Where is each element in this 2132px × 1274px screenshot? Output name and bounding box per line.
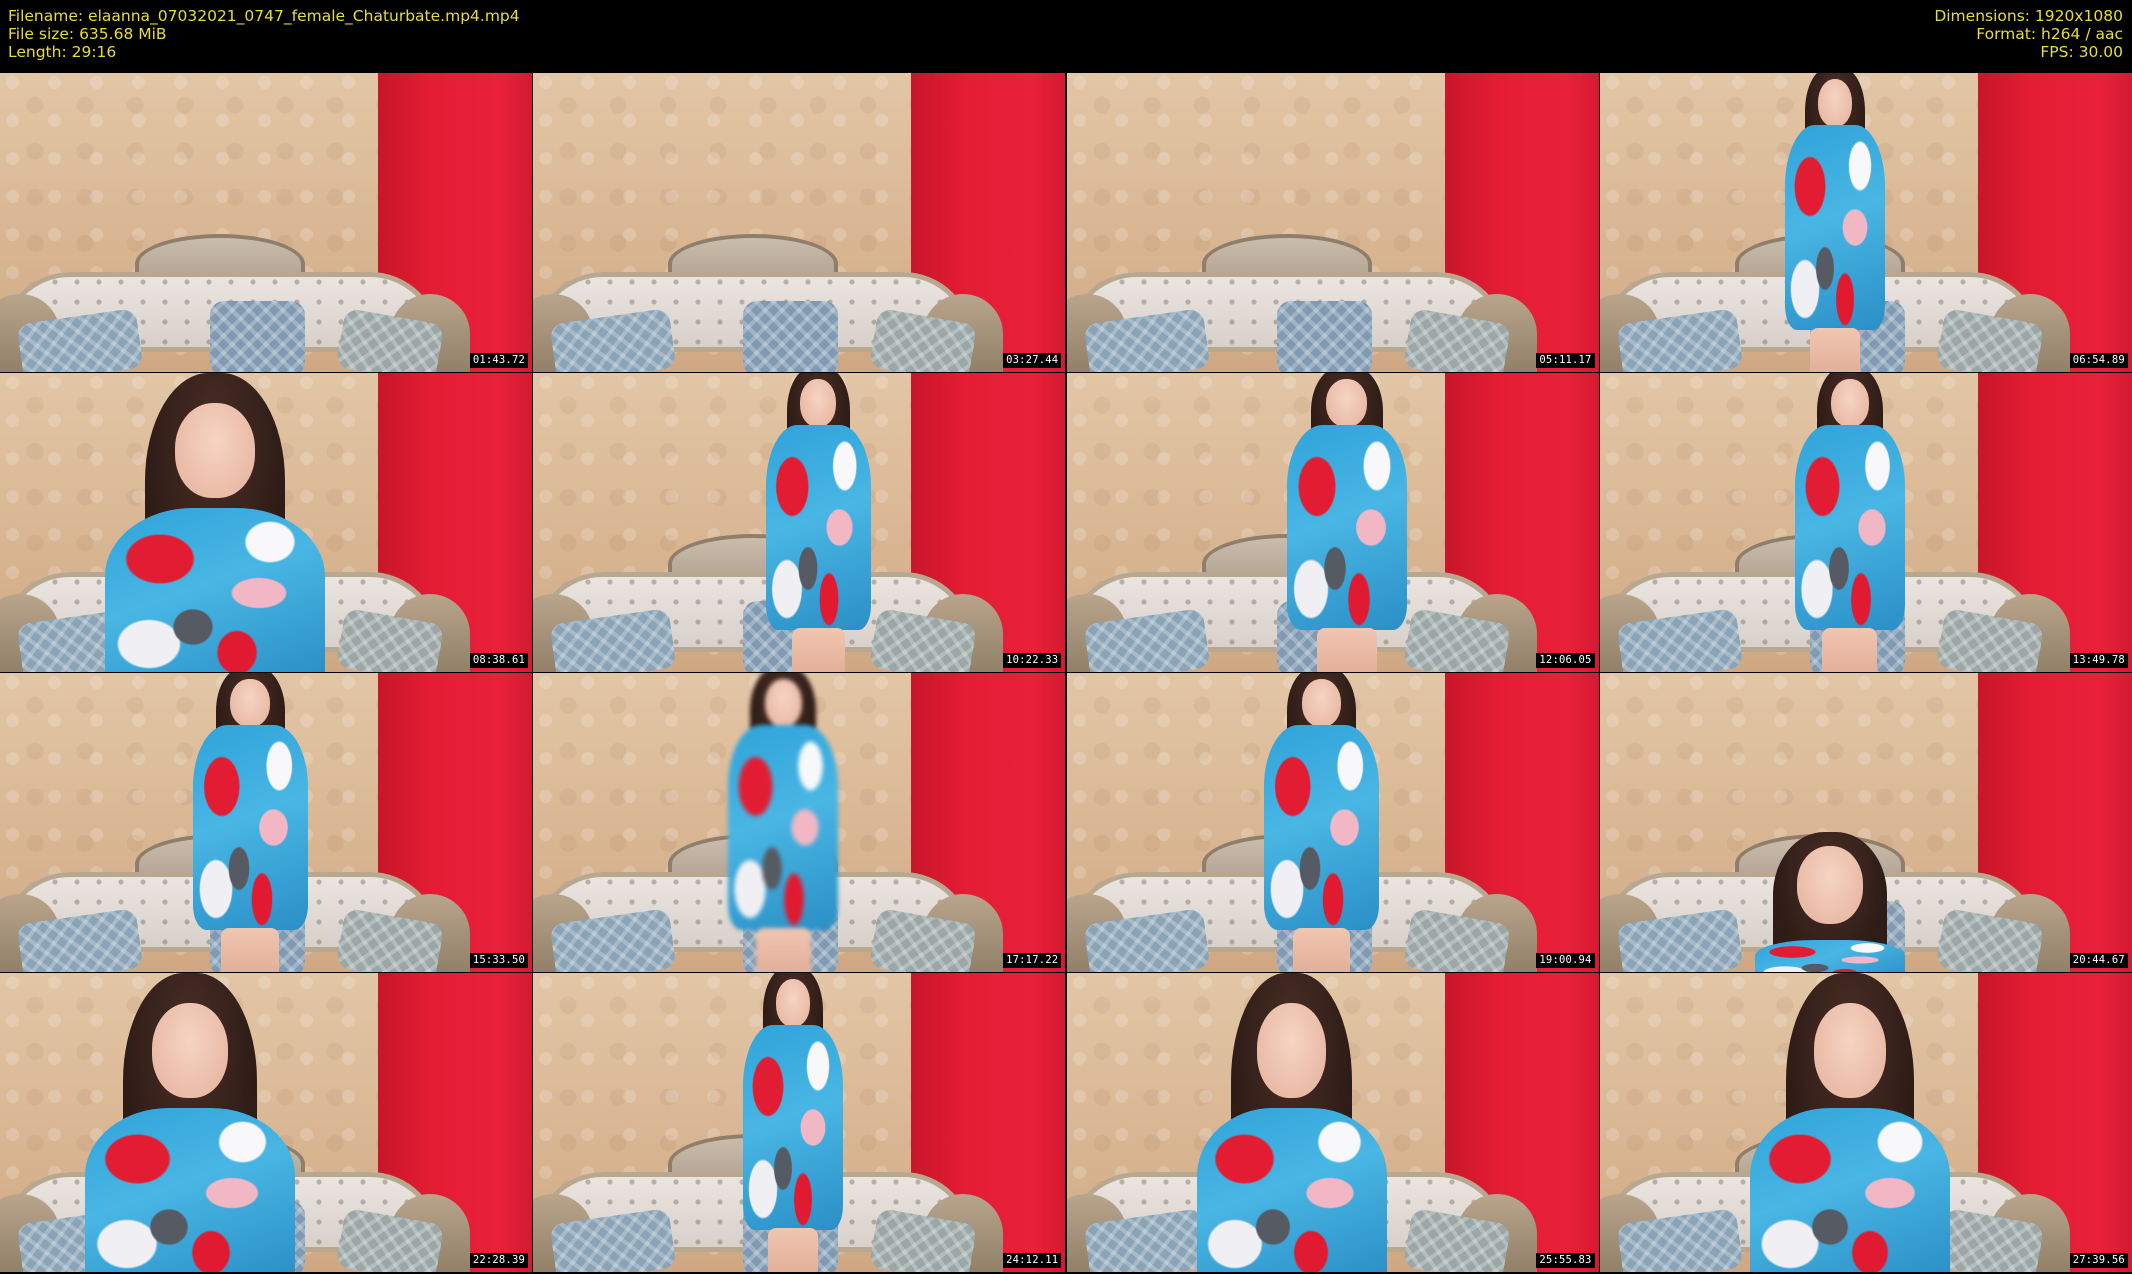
timestamp-label: 08:38.61 [469, 653, 528, 668]
thumbnail-frame[interactable]: 22:28.39 [0, 973, 532, 1272]
face [764, 679, 802, 727]
timestamp-label: 20:44.67 [2069, 953, 2128, 968]
timestamp-label: 13:49.78 [2069, 653, 2128, 668]
legs [768, 1228, 819, 1272]
thumbnail-frame[interactable]: 13:49.78 [1599, 373, 2132, 672]
thumbnail-frame[interactable]: 12:06.05 [1066, 373, 1599, 672]
face [230, 679, 270, 727]
timestamp-label: 05:11.17 [1536, 353, 1595, 368]
file-size-text: File size: 635.68 MiB [8, 25, 167, 43]
patterned-dress [1264, 725, 1380, 930]
thumbnail-frame[interactable]: 03:27.44 [533, 73, 1066, 372]
legs [1822, 628, 1878, 672]
thumbnail-frame[interactable]: 10:22.33 [533, 373, 1066, 672]
patterned-dress [728, 725, 839, 930]
thumbnail-grid: 01:43.72 03:27.44 05:11.17 06:54.89 08:38.61… [0, 73, 2132, 1274]
thumbnail-frame[interactable]: 15:33.50 [0, 673, 532, 972]
timestamp-label: 15:33.50 [469, 953, 528, 968]
timestamp-label: 22:28.39 [469, 1253, 528, 1268]
ornate-sofa [533, 234, 1013, 372]
ornate-sofa [1066, 234, 1547, 372]
face [1831, 379, 1869, 427]
person-figure [1749, 973, 1950, 1272]
thumbnail-frame[interactable]: 06:54.89 [1599, 73, 2132, 372]
legs [1809, 328, 1860, 372]
legs [792, 628, 845, 672]
face [800, 379, 837, 427]
timestamp-label: 24:12.11 [1003, 1253, 1062, 1268]
timestamp-label: 19:00.94 [1536, 953, 1595, 968]
fps-text: FPS: 30.00 [2040, 43, 2123, 61]
pillow [210, 301, 305, 372]
person-figure [765, 373, 871, 672]
pillow [1276, 301, 1372, 372]
patterned-dress [1749, 1108, 1950, 1272]
filename-text: Filename: elaanna_07032021_0747_female_C… [8, 7, 520, 25]
person-figure [85, 973, 295, 1272]
person-figure [192, 673, 308, 972]
person-figure [1264, 673, 1380, 972]
pillow [743, 301, 839, 372]
timestamp-label: 01:43.72 [469, 353, 528, 368]
person-figure [1196, 973, 1387, 1272]
timestamp-label: 17:17.22 [1003, 953, 1062, 968]
format-text: Format: h264 / aac [1976, 25, 2123, 43]
person-figure [1784, 73, 1885, 372]
person-figure [105, 373, 325, 672]
thumbnail-frame[interactable]: 01:43.72 [0, 73, 532, 372]
info-header: Filename: elaanna_07032021_0747_female_C… [0, 0, 2132, 72]
person-figure [743, 973, 844, 1272]
patterned-dress [743, 1025, 844, 1230]
timestamp-label: 27:39.56 [2069, 1253, 2128, 1268]
legs [1316, 628, 1377, 672]
thumbnail-frame[interactable]: 05:11.17 [1066, 73, 1599, 372]
patterned-dress [105, 508, 325, 672]
patterned-dress [765, 425, 871, 630]
thumbnail-frame[interactable]: 17:17.22 [533, 673, 1066, 972]
face [1813, 1003, 1886, 1098]
thumbnail-frame[interactable]: 24:12.11 [533, 973, 1066, 1272]
face [175, 403, 255, 498]
thumbnail-frame[interactable]: 25:55.83 [1066, 973, 1599, 1272]
ornate-sofa [0, 234, 480, 372]
patterned-dress [1196, 1108, 1387, 1272]
timestamp-label: 06:54.89 [2069, 353, 2128, 368]
person-figure [1286, 373, 1407, 672]
length-text: Length: 29:16 [8, 43, 117, 61]
face [1796, 846, 1863, 924]
dimensions-text: Dimensions: 1920x1080 [1934, 7, 2123, 25]
legs [221, 928, 279, 972]
patterned-dress [192, 725, 308, 930]
person-figure [728, 673, 839, 972]
face [1257, 1003, 1326, 1098]
thumbnail-frame[interactable]: 20:44.67 [1599, 673, 2132, 972]
timestamp-label: 03:27.44 [1003, 353, 1062, 368]
face [776, 979, 811, 1027]
face [152, 1003, 228, 1098]
patterned-dress [1286, 425, 1407, 630]
person-figure [1794, 373, 1905, 672]
timestamp-label: 12:06.05 [1536, 653, 1595, 668]
patterned-dress [85, 1108, 295, 1272]
legs [1292, 928, 1351, 972]
thumbnail-frame[interactable]: 27:39.56 [1599, 973, 2132, 1272]
person-figure [1754, 832, 1905, 972]
patterned-dress [1784, 125, 1885, 330]
face [1326, 379, 1367, 427]
file-meta-left: Filename: elaanna_07032021_0747_female_C… [8, 7, 520, 61]
timestamp-label: 10:22.33 [1003, 653, 1062, 668]
thumbnail-frame[interactable]: 19:00.94 [1066, 673, 1599, 972]
face [1817, 79, 1852, 127]
file-meta-right: Dimensions: 1920x1080 Format: h264 / aac… [1934, 7, 2123, 61]
legs [755, 928, 811, 972]
thumbnail-frame[interactable]: 08:38.61 [0, 373, 532, 672]
face [1302, 679, 1342, 727]
timestamp-label: 25:55.83 [1536, 1253, 1595, 1268]
patterned-dress [1794, 425, 1905, 630]
patterned-dress [1754, 940, 1905, 972]
